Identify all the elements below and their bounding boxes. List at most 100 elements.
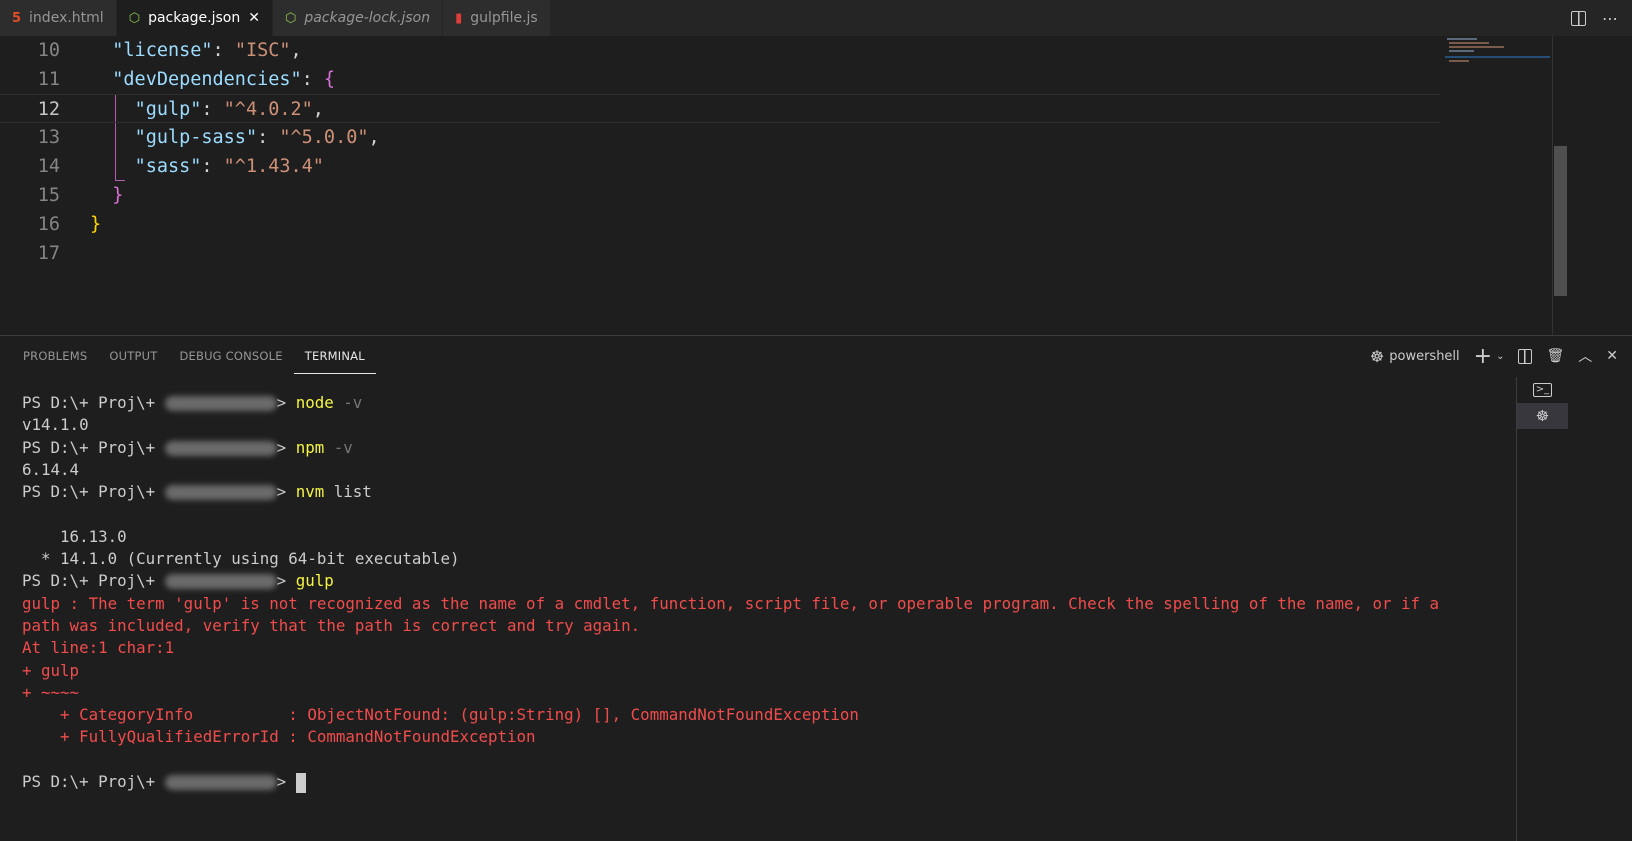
error-text: + ~~~~ xyxy=(22,682,80,702)
line-number: 14 xyxy=(37,156,60,177)
maximize-panel-icon[interactable]: ︿ xyxy=(1578,346,1592,366)
json-string: "^1.43.4" xyxy=(223,156,324,177)
command-args: -v xyxy=(333,393,363,412)
nodejs-icon: ⬡ xyxy=(128,10,141,26)
redacted-folder xyxy=(164,440,277,456)
command: gulp xyxy=(295,571,334,591)
terminal-shell-selector[interactable]: ☸ powershell xyxy=(1370,347,1460,366)
code-line: 16} xyxy=(0,210,1440,239)
line-number: 15 xyxy=(37,185,60,206)
tab-package-lock-json[interactable]: ⬡ package-lock.json xyxy=(272,0,444,36)
split-terminal-icon[interactable] xyxy=(1518,348,1533,364)
line-number: 13 xyxy=(37,127,60,148)
error-text: path was included, verify that the path … xyxy=(22,615,641,635)
terminal-line: PS D:\+ Proj\+ > npm -v xyxy=(22,437,1439,459)
terminal-cursor xyxy=(295,772,306,793)
error-text: gulp : The term 'gulp' is not recognized… xyxy=(22,593,1440,613)
shell-label: powershell xyxy=(1389,348,1460,364)
terminal-line: + gulp xyxy=(22,660,1439,682)
json-key: "devDependencies" xyxy=(112,69,302,90)
command: node xyxy=(295,393,334,412)
line-number: 12 xyxy=(37,99,60,120)
line-number: 17 xyxy=(37,243,60,264)
panel-tab-terminal[interactable]: TERMINAL xyxy=(293,336,376,374)
terminal-line: path was included, verify that the path … xyxy=(22,615,1439,637)
code-line: 11 "devDependencies": { xyxy=(0,65,1440,94)
debug-icon: ☸ xyxy=(1369,346,1385,366)
panel-tab-debug-console[interactable]: DEBUG CONSOLE xyxy=(168,336,293,376)
code-text: "devDependencies": { xyxy=(90,65,335,94)
terminal-line: PS D:\+ Proj\+ > nvm list xyxy=(22,481,1439,503)
code-editor[interactable]: 10 "license": "ISC", 11 "devDependencies"… xyxy=(0,36,1632,335)
tab-package-json[interactable]: ⬡ package.json ✕ xyxy=(116,0,273,36)
gulp-icon: ▮ xyxy=(455,10,463,26)
json-key: "gulp-sass" xyxy=(134,127,258,148)
terminal-line: PS D:\+ Proj\+ > xyxy=(22,771,1439,793)
command-args: -v xyxy=(324,437,353,457)
terminal-icon: >_ xyxy=(1532,383,1553,397)
punctuation: , xyxy=(368,127,380,148)
debug-icon: ☸ xyxy=(1535,407,1550,425)
line-number: 11 xyxy=(37,69,60,90)
tab-index-html[interactable]: 5 index.html xyxy=(0,0,117,36)
prompt-end: > xyxy=(276,482,296,502)
tab-label: index.html xyxy=(29,10,104,26)
punctuation: : xyxy=(301,69,324,90)
code-line: 14 "sass": "^1.43.4" xyxy=(0,152,1440,181)
close-panel-icon[interactable]: ✕ xyxy=(1606,348,1618,364)
code-text: } xyxy=(90,210,101,239)
json-string: "ISC" xyxy=(234,40,291,61)
terminal-line: At line:1 char:1 xyxy=(22,637,1439,659)
json-string: "^4.0.2" xyxy=(223,99,313,120)
editor-scrollbar[interactable] xyxy=(1552,36,1567,335)
terminal-list-item-shell[interactable]: >_ xyxy=(1517,377,1568,403)
new-terminal-icon[interactable]: + xyxy=(1474,344,1492,369)
terminal-list-item-debug[interactable]: ☸ xyxy=(1517,403,1568,429)
output-text: 16.13.0 xyxy=(22,526,127,546)
code-line: 10 "license": "ISC", xyxy=(0,36,1440,65)
code-text: } xyxy=(90,181,123,210)
terminal-output[interactable]: PS D:\+ Proj\+ > node -v v14.1.0 PS D:\+ P… xyxy=(22,392,1439,793)
panel-actions: ☸ powershell + ⌄ 🗑 ︿ ✕ xyxy=(1370,336,1618,376)
error-text: + FullyQualifiedErrorId : CommandNotFoun… xyxy=(22,727,536,747)
error-text: + gulp xyxy=(22,660,80,680)
trash-icon[interactable]: 🗑 xyxy=(1546,348,1564,364)
prompt-end: > xyxy=(276,772,296,792)
split-editor-icon[interactable] xyxy=(1571,10,1586,26)
terminal-line: + CategoryInfo : ObjectNotFound: (gulp:S… xyxy=(22,704,1439,726)
panel-tab-problems[interactable]: PROBLEMS xyxy=(12,336,98,376)
close-icon[interactable]: ✕ xyxy=(248,10,260,26)
chevron-down-icon[interactable]: ⌄ xyxy=(1496,351,1504,362)
output-text: 6.14.4 xyxy=(22,459,80,479)
tab-gulpfile-js[interactable]: ▮ gulpfile.js xyxy=(443,0,551,36)
json-key: "gulp" xyxy=(134,99,202,120)
minimap[interactable] xyxy=(1445,36,1550,76)
prompt-end: > xyxy=(276,437,296,457)
command-args: list xyxy=(324,482,372,502)
terminal-line: + ~~~~ xyxy=(22,682,1439,704)
redacted-folder xyxy=(164,775,277,791)
scrollbar-thumb[interactable] xyxy=(1554,146,1567,296)
redacted-folder xyxy=(164,485,277,501)
more-actions-icon[interactable]: ⋯ xyxy=(1602,9,1618,28)
terminal-line: PS D:\+ Proj\+ > node -v xyxy=(22,392,1439,414)
panel-tab-output[interactable]: OUTPUT xyxy=(98,336,168,376)
line-number: 10 xyxy=(37,40,60,61)
json-key: "sass" xyxy=(134,156,202,177)
prompt-path: PS D:\+ Proj\+ xyxy=(22,393,165,412)
nodejs-icon: ⬡ xyxy=(284,10,297,26)
html5-icon: 5 xyxy=(12,10,22,26)
code-line: 15 } xyxy=(0,181,1440,210)
terminal-line: 6.14.4 xyxy=(22,459,1439,481)
terminal-line: + FullyQualifiedErrorId : CommandNotFoun… xyxy=(22,726,1439,748)
prompt-path: PS D:\+ Proj\+ xyxy=(22,437,165,457)
terminal-list: >_ ☸ xyxy=(1516,377,1568,841)
terminal-line: * 14.1.0 (Currently using 64-bit executa… xyxy=(22,548,1439,570)
prompt-path: PS D:\+ Proj\+ xyxy=(22,772,165,792)
terminal-line: 16.13.0 xyxy=(22,526,1439,548)
code-text: "gulp": "^4.0.2", xyxy=(90,95,324,124)
output-text: v14.1.0 xyxy=(22,415,89,435)
